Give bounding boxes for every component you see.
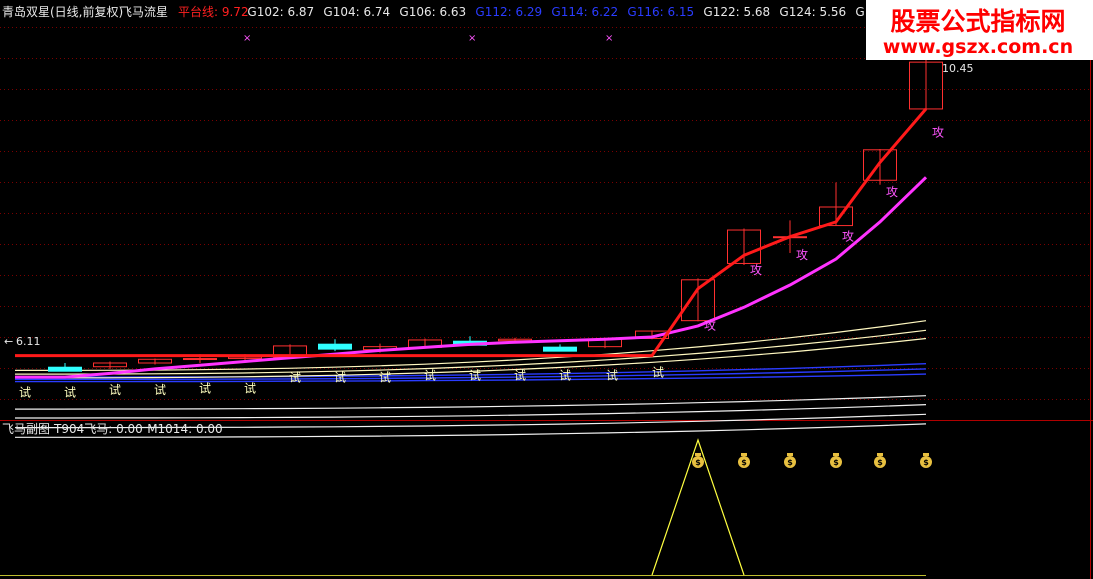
test-marker: 试 xyxy=(289,370,301,385)
formula-name: 飞马流星 xyxy=(120,5,168,19)
moneybag-icon xyxy=(695,453,701,456)
test-marker: 试 xyxy=(109,382,121,397)
candle-body xyxy=(543,346,577,352)
moneybag-icon xyxy=(923,453,929,456)
candle-body xyxy=(48,366,82,372)
test-marker: 试 xyxy=(64,384,76,399)
stock-chart: 试试试试试试试试试试试试试试试攻攻攻攻攻攻× × ×6.11←10.45 $ $ $ $ $… xyxy=(0,0,1093,579)
main-indicator-values: 平台线: 9.72G102: 6.87 G104: 6.74 G106: 6.63 G… xyxy=(178,4,956,19)
test-marker: 试 xyxy=(606,367,618,382)
indicator-value: G102: 6.87 xyxy=(247,5,314,19)
watermark-url: www.gszx.com.cn xyxy=(883,36,1073,58)
sub-panel-title: 飞马副图 xyxy=(2,422,50,436)
attack-marker: 攻 xyxy=(796,248,808,262)
high-price-label: 10.45 xyxy=(942,62,974,75)
chart-background xyxy=(0,0,1093,579)
candle-body xyxy=(318,343,352,350)
test-marker: 试 xyxy=(469,367,481,382)
top-marker: × xyxy=(605,33,613,44)
test-marker: 试 xyxy=(424,367,436,382)
test-marker: 试 xyxy=(244,381,256,396)
indicator-value: G106: 6.63 xyxy=(399,5,466,19)
test-marker: 试 xyxy=(154,382,166,397)
test-marker: 试 xyxy=(334,370,346,385)
watermark-title: 股票公式指标网 xyxy=(890,7,1065,36)
moneybag-icon: $ xyxy=(787,458,793,467)
attack-marker: 攻 xyxy=(750,263,762,277)
sub-indicator-values: T904飞马: 0.00 M1014: 0.00 xyxy=(53,422,223,436)
indicator-value: G116: 6.15 xyxy=(627,5,694,19)
test-marker: 试 xyxy=(199,381,211,396)
indicator-value: G124: 5.56 xyxy=(779,5,846,19)
moneybag-icon: $ xyxy=(833,458,839,467)
indicator-value: G112: 6.29 xyxy=(475,5,542,19)
top-marker: × xyxy=(243,33,251,44)
indicator-value: G114: 6.22 xyxy=(551,5,618,19)
test-marker: 试 xyxy=(652,364,664,379)
moneybag-icon: $ xyxy=(695,458,701,467)
moneybag-icon xyxy=(877,453,883,456)
attack-marker: 攻 xyxy=(842,229,854,243)
moneybag-icon: $ xyxy=(741,458,747,467)
moneybag-icon xyxy=(833,453,839,456)
sub-indicator-value: T904飞马: 0.00 xyxy=(53,422,143,436)
attack-marker: 攻 xyxy=(886,185,898,199)
indicator-value: G104: 6.74 xyxy=(323,5,390,19)
low-price-arrow: ← xyxy=(4,335,13,348)
test-marker: 试 xyxy=(379,370,391,385)
sub-indicator-value: M1014: 0.00 xyxy=(147,422,222,436)
moneybag-icon xyxy=(741,453,747,456)
indicator-value: 平台线: 9.72 xyxy=(178,4,249,19)
top-marker: × xyxy=(468,33,476,44)
moneybag-icon: $ xyxy=(877,458,883,467)
indicator-value: G122: 5.68 xyxy=(703,5,770,19)
test-marker: 试 xyxy=(514,367,526,382)
moneybag-icon xyxy=(787,453,793,456)
attack-marker: 攻 xyxy=(704,319,716,333)
moneybag-icon: $ xyxy=(923,458,929,467)
test-marker: 试 xyxy=(559,367,571,382)
low-price-label: 6.11 xyxy=(16,335,41,348)
attack-marker: 攻 xyxy=(932,125,944,139)
main-title: 青岛双星(日线,前复权) xyxy=(2,4,123,19)
test-marker: 试 xyxy=(19,384,31,399)
candle-body xyxy=(183,358,217,361)
